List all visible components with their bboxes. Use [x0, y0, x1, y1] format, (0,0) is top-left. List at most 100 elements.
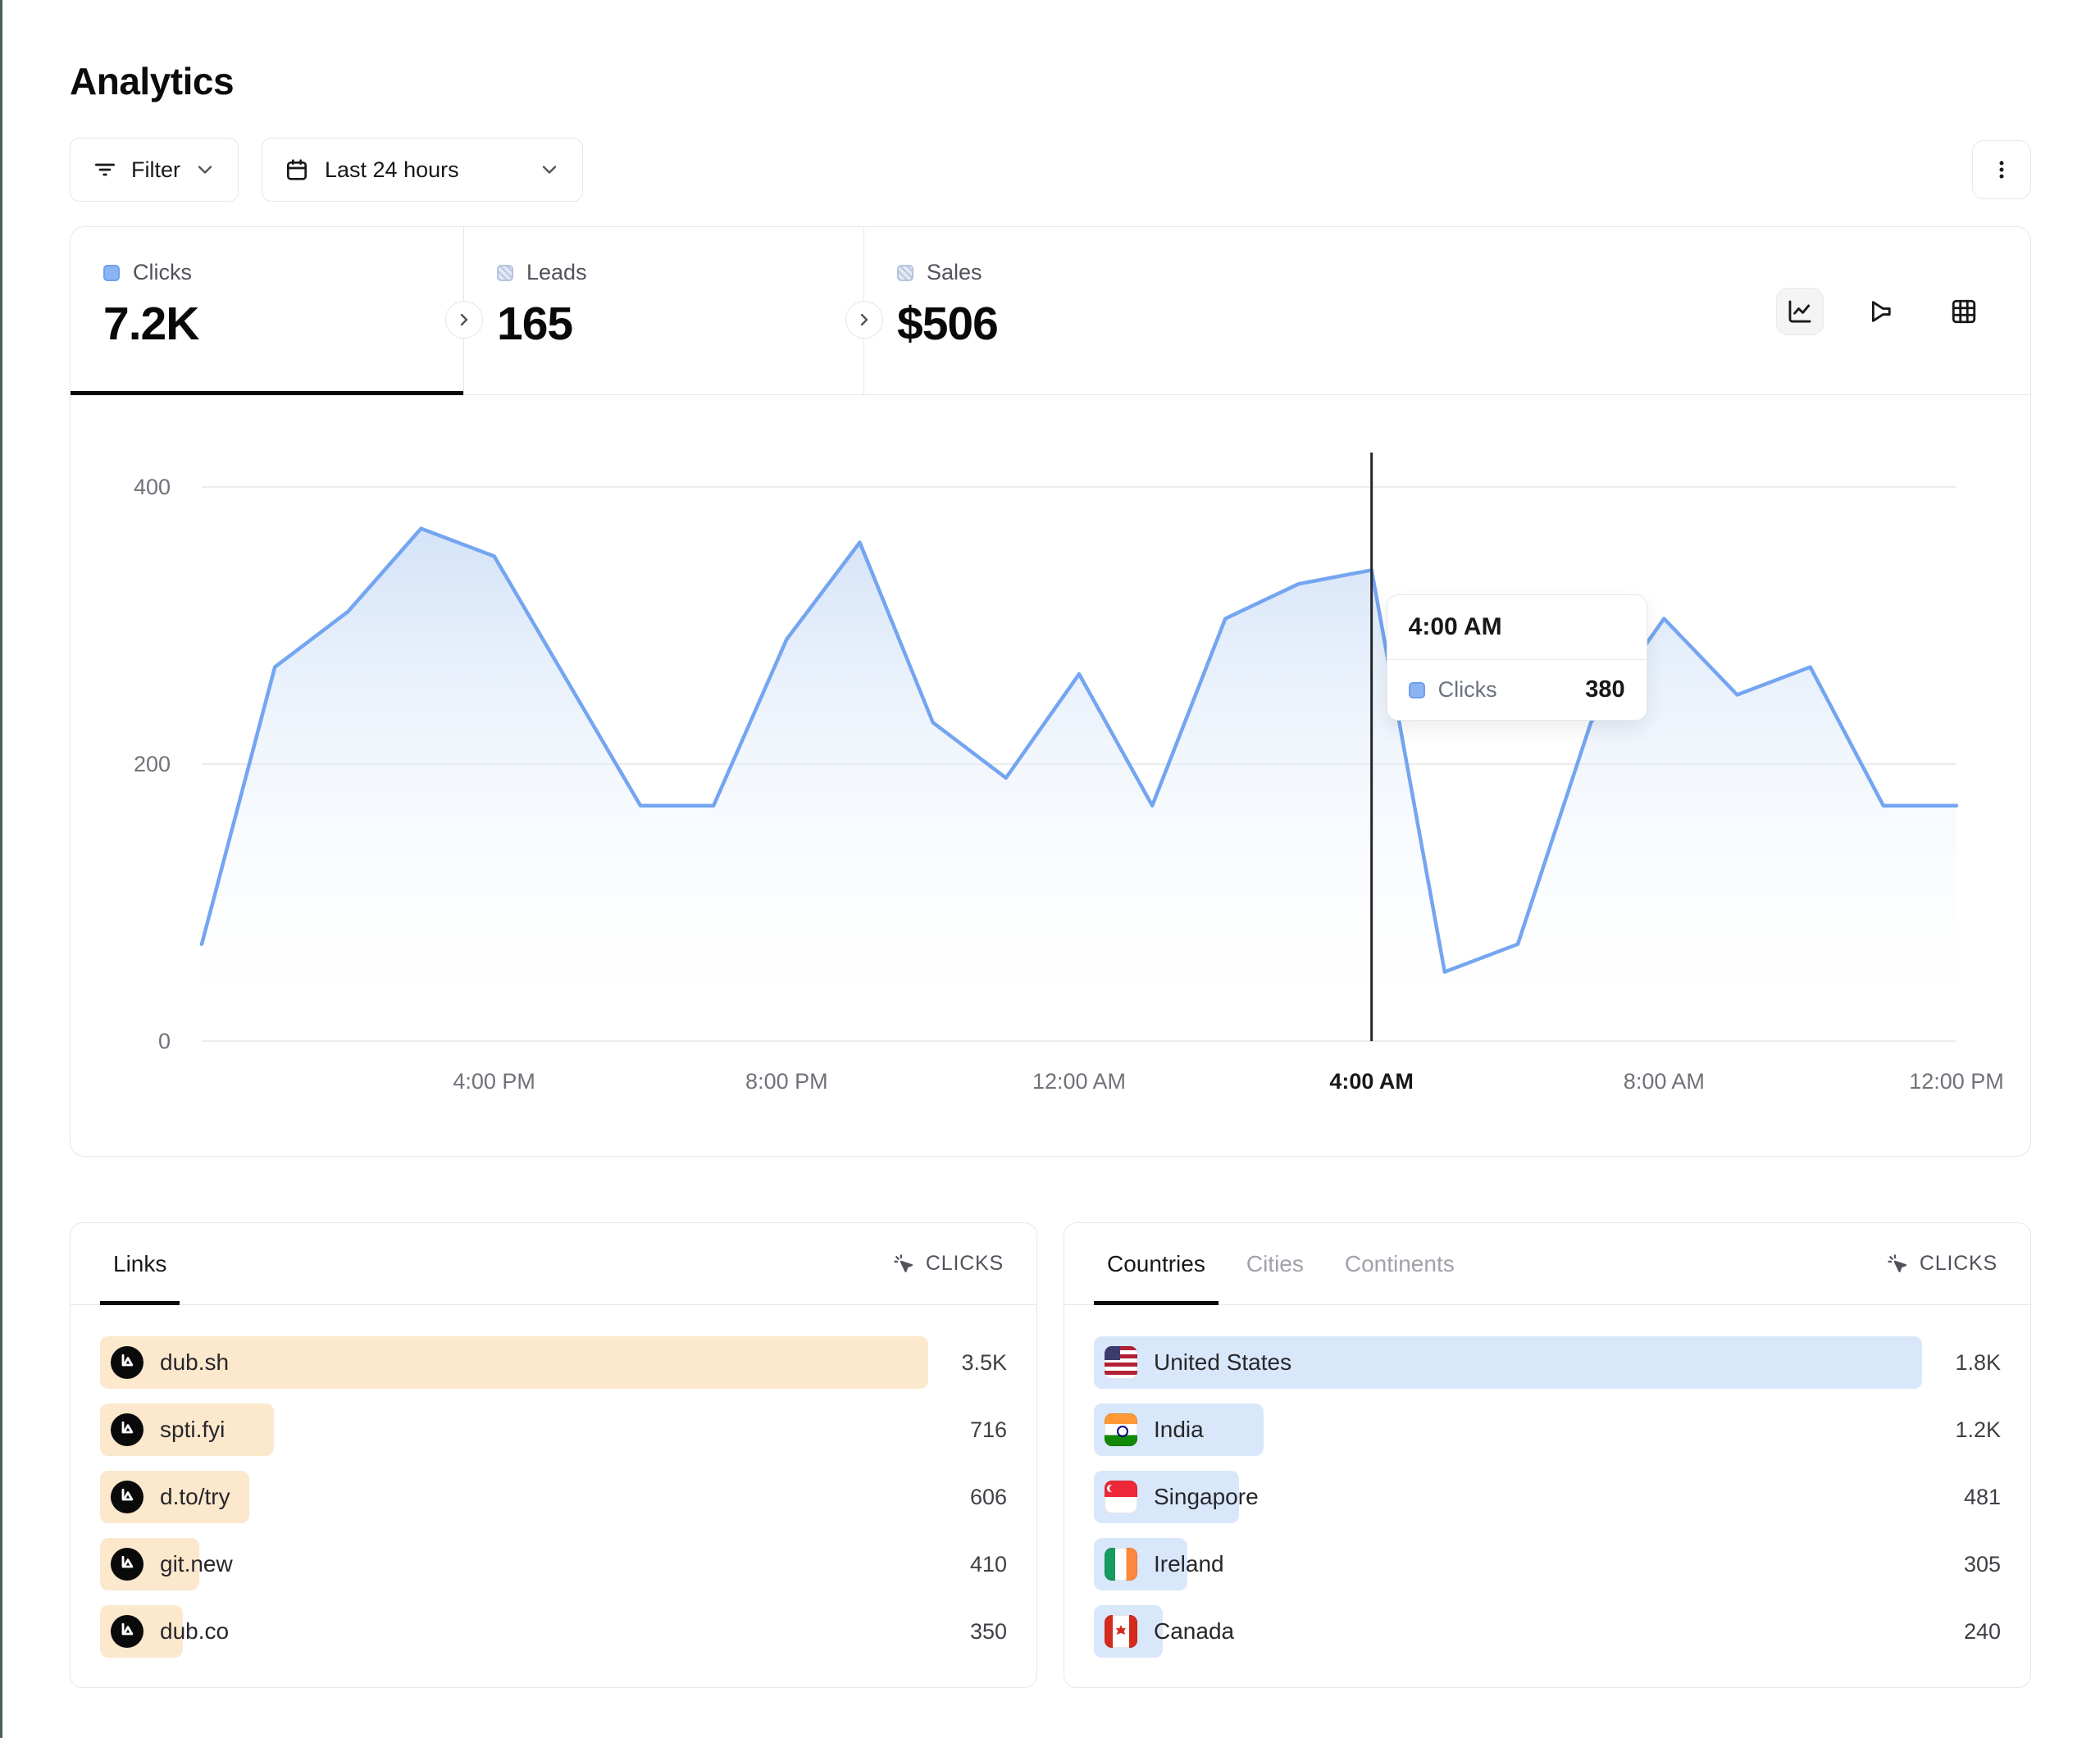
svg-text:8:00 PM: 8:00 PM — [745, 1069, 828, 1094]
page-title: Analytics — [70, 59, 2031, 103]
sales-tab-label: Sales — [927, 260, 982, 285]
country-row[interactable]: Singapore 481 — [1094, 1471, 2001, 1523]
dub-logo-icon — [111, 1481, 143, 1513]
chevron-right-icon — [854, 310, 874, 330]
link-clicks: 3.5K — [928, 1350, 1007, 1376]
country-row[interactable]: Ireland 305 — [1094, 1538, 2001, 1590]
link-label: dub.sh — [160, 1349, 229, 1376]
countries-metric-header[interactable]: CLICKS — [1885, 1252, 1998, 1276]
stats-tabs: Clicks 7.2K Leads 165 Sales $506 — [71, 227, 2030, 395]
clicks-tab-label: Clicks — [133, 260, 192, 285]
links-metric-header[interactable]: CLICKS — [891, 1252, 1004, 1276]
india-flag-icon — [1105, 1413, 1137, 1446]
tab-sales[interactable]: Sales $506 — [864, 227, 1264, 394]
tab-continents[interactable]: Continents — [1345, 1223, 1455, 1304]
ireland-flag-icon — [1105, 1548, 1137, 1581]
svg-text:12:00 PM: 12:00 PM — [1909, 1069, 2004, 1094]
line-chart-toggle[interactable] — [1776, 288, 1824, 335]
calendar-icon — [284, 157, 310, 183]
link-row[interactable]: dub.co 350 — [100, 1605, 1007, 1658]
link-label: d.to/try — [160, 1484, 230, 1510]
cursor-click-icon — [1885, 1252, 1910, 1276]
tab-clicks[interactable]: Clicks 7.2K — [71, 227, 464, 394]
svg-text:200: 200 — [134, 752, 171, 776]
cursor-click-icon — [891, 1252, 916, 1276]
clicks-value: 7.2K — [103, 297, 463, 351]
link-clicks: 716 — [928, 1417, 1007, 1443]
chevron-down-icon — [194, 158, 216, 181]
expand-leads-sales-button[interactable] — [845, 301, 883, 339]
svg-text:4:00 AM: 4:00 AM — [1329, 1069, 1414, 1094]
table-grid-icon — [1950, 298, 1978, 325]
tab-leads[interactable]: Leads 165 — [464, 227, 864, 394]
link-row[interactable]: dub.sh 3.5K — [100, 1336, 1007, 1389]
country-clicks: 481 — [1922, 1485, 2001, 1510]
clicks-swatch-icon — [103, 265, 120, 281]
country-label: India — [1154, 1417, 1204, 1443]
link-row[interactable]: spti.fyi 716 — [100, 1404, 1007, 1456]
country-label: Ireland — [1154, 1551, 1224, 1577]
link-label: git.new — [160, 1551, 233, 1577]
tab-cities[interactable]: Cities — [1246, 1223, 1304, 1304]
country-clicks: 305 — [1922, 1552, 2001, 1577]
filter-icon — [92, 157, 118, 183]
dub-logo-icon — [111, 1413, 143, 1446]
svg-text:4:00 PM: 4:00 PM — [453, 1069, 535, 1094]
tooltip-time: 4:00 AM — [1387, 595, 1647, 660]
canada-flag-icon — [1105, 1615, 1137, 1648]
link-label: spti.fyi — [160, 1417, 225, 1443]
tab-countries[interactable]: Countries — [1107, 1223, 1205, 1304]
filter-button[interactable]: Filter — [70, 138, 239, 202]
table-view-toggle[interactable] — [1940, 288, 1988, 335]
clicks-area-chart[interactable]: 400 200 0 4:00 PM 8:00 PM 12:00 AM 4:00 AM 8:0… — [71, 395, 2032, 1156]
leads-swatch-icon — [497, 265, 513, 281]
toolbar: Filter Last 24 hours — [70, 138, 2031, 202]
countries-list: United States 1.8K India 1.2K Singapore … — [1064, 1305, 2030, 1658]
more-options-button[interactable] — [1972, 140, 2031, 199]
sales-value: $506 — [897, 297, 1264, 351]
country-clicks: 1.8K — [1922, 1350, 2001, 1376]
window-edge — [0, 0, 2, 1738]
chevron-right-icon — [454, 310, 474, 330]
singapore-flag-icon — [1105, 1481, 1137, 1513]
svg-text:400: 400 — [134, 475, 171, 499]
date-range-button[interactable]: Last 24 hours — [262, 138, 583, 202]
link-clicks: 606 — [928, 1485, 1007, 1510]
country-row[interactable]: India 1.2K — [1094, 1404, 2001, 1456]
link-clicks: 410 — [928, 1552, 1007, 1577]
analytics-chart-card: Clicks 7.2K Leads 165 Sales $506 — [70, 226, 2031, 1157]
country-row[interactable]: Canada 240 — [1094, 1605, 2001, 1658]
tab-links[interactable]: Links — [113, 1223, 166, 1304]
country-clicks: 1.2K — [1922, 1417, 2001, 1443]
us-flag-icon — [1105, 1346, 1137, 1379]
chart-tooltip: 4:00 AM Clicks 380 — [1387, 594, 1647, 721]
dub-logo-icon — [111, 1346, 143, 1379]
link-clicks: 350 — [928, 1619, 1007, 1645]
analytics-page: Analytics Filter Last 24 hours — [70, 0, 2031, 1688]
leads-tab-label: Leads — [526, 260, 587, 285]
country-label: Canada — [1154, 1618, 1234, 1645]
chevron-down-icon — [538, 158, 561, 181]
link-row[interactable]: d.to/try 606 — [100, 1471, 1007, 1523]
line-chart-icon — [1786, 298, 1814, 325]
countries-card: Countries Cities Continents CLICKS Unite… — [1064, 1222, 2031, 1688]
svg-text:0: 0 — [158, 1029, 171, 1053]
svg-text:12:00 AM: 12:00 AM — [1032, 1069, 1126, 1094]
date-range-label: Last 24 hours — [325, 157, 459, 183]
country-label: Singapore — [1154, 1484, 1259, 1510]
link-label: dub.co — [160, 1618, 229, 1645]
country-row[interactable]: United States 1.8K — [1094, 1336, 2001, 1389]
svg-text:8:00 AM: 8:00 AM — [1624, 1069, 1705, 1094]
tooltip-metric-value: 380 — [1585, 676, 1624, 703]
expand-clicks-leads-button[interactable] — [445, 301, 483, 339]
dub-logo-icon — [111, 1615, 143, 1648]
link-row[interactable]: git.new 410 — [100, 1538, 1007, 1590]
links-card: Links CLICKS dub.sh 3.5K spti — [70, 1222, 1037, 1688]
kebab-icon — [1989, 157, 2014, 182]
clicks-chart-canvas: 400 200 0 4:00 PM 8:00 PM 12:00 AM 4:00 AM 8:0… — [71, 395, 2032, 1156]
funnel-view-toggle[interactable] — [1858, 288, 1906, 335]
country-label: United States — [1154, 1349, 1291, 1376]
chart-view-toggles — [1776, 227, 1988, 395]
dub-logo-icon — [111, 1548, 143, 1581]
funnel-icon — [1868, 298, 1896, 325]
